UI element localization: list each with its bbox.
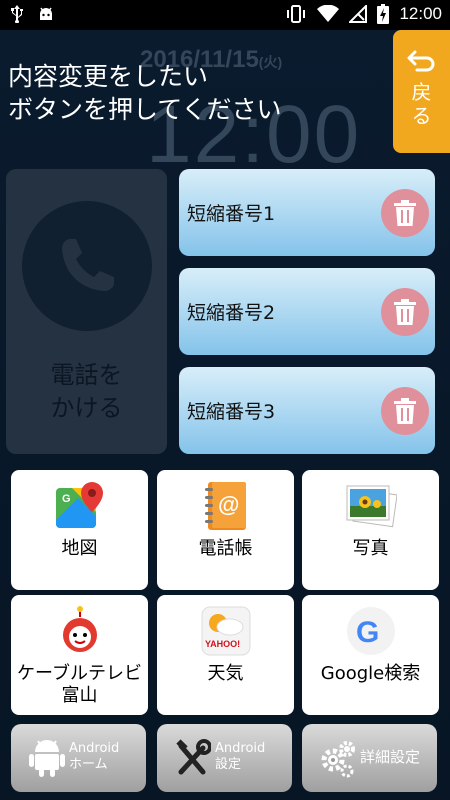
back-button-label: 戻る (411, 80, 432, 128)
detail-settings-label: 詳細設定 (360, 748, 421, 766)
app-tile-label: Google検索 (320, 663, 421, 684)
tools-icon (176, 739, 211, 775)
trash-icon (394, 200, 416, 226)
delete-speed-dial-1-button[interactable] (381, 189, 429, 237)
status-bar: 12:00 (0, 0, 450, 30)
instruction-line-2: ボタンを押してください (8, 95, 282, 124)
app-tile-weather[interactable]: YAHOO! 天気 (157, 595, 294, 715)
speed-dial-3-button[interactable]: 短縮番号3 (179, 367, 435, 454)
detail-settings-button[interactable]: 詳細設定 (302, 724, 437, 792)
speed-dial-label: 短縮番号1 (187, 203, 276, 225)
yahoo-weather-icon: YAHOO! (201, 606, 251, 656)
cable-tv-mascot-icon (63, 606, 97, 652)
svg-text:G: G (356, 616, 379, 649)
android-icon (29, 740, 65, 777)
photos-icon (346, 485, 397, 528)
google-icon: G (347, 607, 395, 655)
app-tile-label: 電話帳 (198, 538, 253, 559)
speed-dial-label: 短縮番号3 (187, 401, 276, 423)
delete-speed-dial-2-button[interactable] (381, 288, 429, 336)
android-debug-icon (40, 7, 52, 20)
svg-text:YAHOO!: YAHOO! (205, 639, 240, 649)
app-tile-maps[interactable]: G 地図 (11, 470, 148, 590)
instruction-line-1: 内容変更をしたい (8, 62, 209, 91)
contacts-icon: @ (205, 482, 246, 530)
trash-icon (394, 398, 416, 424)
app-tile-label: ケーブルテレビ富山 (17, 663, 142, 706)
android-home-button[interactable]: Android ホーム (11, 724, 146, 792)
app-tile-label: 写真 (352, 538, 389, 559)
maps-icon: G (56, 482, 103, 528)
android-settings-button[interactable]: Android 設定 (157, 724, 292, 792)
android-home-label: Android ホーム (69, 741, 120, 772)
app-tile-label: 天気 (207, 663, 244, 684)
instruction-text: 内容変更をしたい ボタンを押してください (8, 60, 282, 126)
svg-text:@: @ (218, 492, 239, 517)
battery-charging-icon (377, 4, 390, 24)
svg-text:G: G (62, 493, 71, 505)
delete-speed-dial-3-button[interactable] (381, 387, 429, 435)
trash-icon (394, 299, 416, 325)
speed-dial-1-button[interactable]: 短縮番号1 (179, 169, 435, 256)
status-time: 12:00 (399, 4, 442, 23)
wifi-icon (317, 5, 340, 22)
app-tile-photos[interactable]: 写真 (302, 470, 439, 590)
call-circle (22, 201, 152, 331)
speed-dial-2-button[interactable]: 短縮番号2 (179, 268, 435, 355)
app-tile-cable-tv[interactable]: ケーブルテレビ富山 (11, 595, 148, 715)
gears-icon (321, 741, 355, 778)
phone-icon (62, 239, 114, 291)
app-tile-label: 地図 (61, 538, 98, 559)
app-tile-contacts[interactable]: @ 電話帳 (157, 470, 294, 590)
call-button-label: 電話を かける (50, 361, 123, 422)
return-arrow-icon (407, 50, 434, 72)
speed-dial-label: 短縮番号2 (187, 302, 276, 324)
app-tile-google-search[interactable]: G Google検索 (302, 595, 439, 715)
vibrate-icon (287, 5, 306, 23)
no-signal-icon (349, 5, 368, 23)
call-button[interactable]: 電話を かける (6, 169, 167, 454)
android-settings-label: Android 設定 (215, 741, 266, 772)
usb-icon (11, 5, 23, 23)
back-button[interactable]: 戻る (393, 30, 450, 153)
